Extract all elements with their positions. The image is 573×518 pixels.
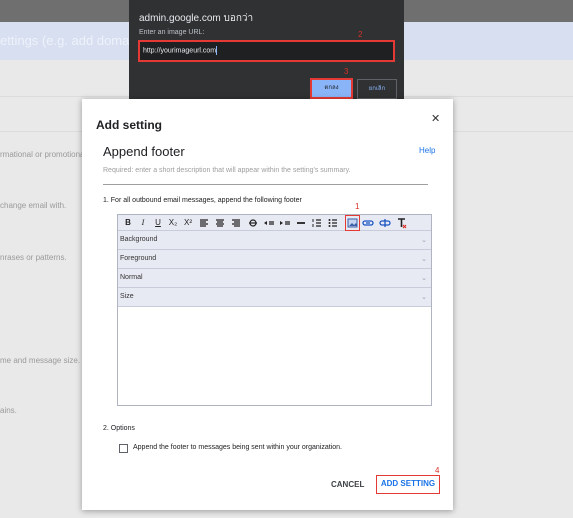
image-url-input[interactable]: http://yourimageurl.com bbox=[138, 40, 395, 62]
background-snippet: change email with. bbox=[0, 201, 67, 210]
dropdown-label: Normal bbox=[120, 274, 143, 281]
help-link[interactable]: Help bbox=[419, 146, 435, 155]
background-snippet: nrases or patterns. bbox=[0, 253, 67, 262]
font-size-dropdown[interactable]: Size ⌄ bbox=[118, 288, 431, 307]
text-cursor bbox=[216, 46, 218, 55]
add-setting-button[interactable]: ADD SETTING bbox=[376, 475, 440, 494]
step-number-4: 4 bbox=[435, 466, 440, 475]
foreground-color-dropdown[interactable]: Foreground ⌄ bbox=[118, 250, 431, 269]
dropdown-label: Background bbox=[120, 236, 158, 243]
strikethrough-icon[interactable] bbox=[248, 217, 258, 229]
numbered-list-icon[interactable] bbox=[312, 217, 322, 229]
add-setting-dialog: Add setting ✕ Append footer Help Require… bbox=[82, 99, 453, 510]
dropdown-label: Size bbox=[120, 293, 134, 300]
footer-field-label: 1. For all outbound email messages, appe… bbox=[103, 197, 302, 204]
unlink-icon[interactable] bbox=[379, 217, 391, 229]
align-left-icon[interactable] bbox=[199, 217, 209, 229]
step-number-1: 1 bbox=[355, 202, 360, 211]
step-number-3: 3 bbox=[344, 67, 349, 76]
prompt-title: admin.google.com บอกว่า bbox=[139, 13, 254, 24]
footer-text-area[interactable] bbox=[118, 307, 431, 405]
italic-button[interactable]: I bbox=[138, 217, 148, 229]
close-icon[interactable]: ✕ bbox=[431, 112, 440, 125]
description-input[interactable]: Required: enter a short description that… bbox=[103, 163, 428, 185]
editor-toolbar: B I U X₂ X² bbox=[118, 215, 431, 231]
subscript-button[interactable]: X₂ bbox=[167, 217, 179, 229]
indent-icon[interactable] bbox=[279, 217, 291, 229]
prompt-cancel-button[interactable]: ยกเลิก bbox=[357, 79, 397, 99]
background-snippet: ains. bbox=[0, 406, 17, 415]
link-icon[interactable] bbox=[362, 217, 374, 229]
background-snippet: me and message size. bbox=[0, 356, 81, 365]
align-right-icon[interactable] bbox=[231, 217, 241, 229]
bulleted-list-icon[interactable] bbox=[328, 217, 338, 229]
chevron-down-icon: ⌄ bbox=[421, 294, 427, 301]
align-center-icon[interactable] bbox=[215, 217, 225, 229]
background-snippet: rmational or promotiona bbox=[0, 150, 85, 159]
background-header-text: ettings (e.g. add domain) bbox=[0, 33, 144, 48]
chevron-down-icon: ⌄ bbox=[421, 237, 427, 244]
append-internal-label: Append the footer to messages being sent… bbox=[133, 444, 342, 451]
dropdown-label: Foreground bbox=[120, 255, 157, 262]
text-style-dropdown[interactable]: Normal ⌄ bbox=[118, 269, 431, 288]
horizontal-rule-icon[interactable] bbox=[296, 217, 306, 229]
cancel-button[interactable]: CANCEL bbox=[331, 480, 364, 489]
section-title: Append footer bbox=[103, 144, 185, 159]
bold-button[interactable]: B bbox=[123, 217, 133, 229]
chevron-down-icon: ⌄ bbox=[421, 275, 427, 282]
insert-image-highlight bbox=[345, 215, 360, 231]
prompt-label: Enter an image URL: bbox=[139, 29, 205, 36]
prompt-ok-button[interactable]: ตกลง bbox=[310, 78, 353, 99]
background-color-dropdown[interactable]: Background ⌄ bbox=[118, 231, 431, 250]
image-url-prompt: admin.google.com บอกว่า Enter an image U… bbox=[129, 0, 404, 106]
footer-editor: B I U X₂ X² Background ⌄ Foreground ⌄ Norm… bbox=[117, 214, 432, 406]
append-internal-checkbox[interactable] bbox=[119, 444, 128, 453]
options-label: 2. Options bbox=[103, 425, 135, 432]
outdent-icon[interactable] bbox=[263, 217, 275, 229]
remove-format-icon[interactable] bbox=[396, 217, 407, 229]
image-url-value: http://yourimageurl.com bbox=[143, 47, 217, 55]
superscript-button[interactable]: X² bbox=[182, 217, 194, 229]
dialog-title: Add setting bbox=[96, 118, 162, 132]
chevron-down-icon: ⌄ bbox=[421, 256, 427, 263]
step-number-2: 2 bbox=[358, 30, 363, 39]
underline-button[interactable]: U bbox=[153, 217, 163, 229]
